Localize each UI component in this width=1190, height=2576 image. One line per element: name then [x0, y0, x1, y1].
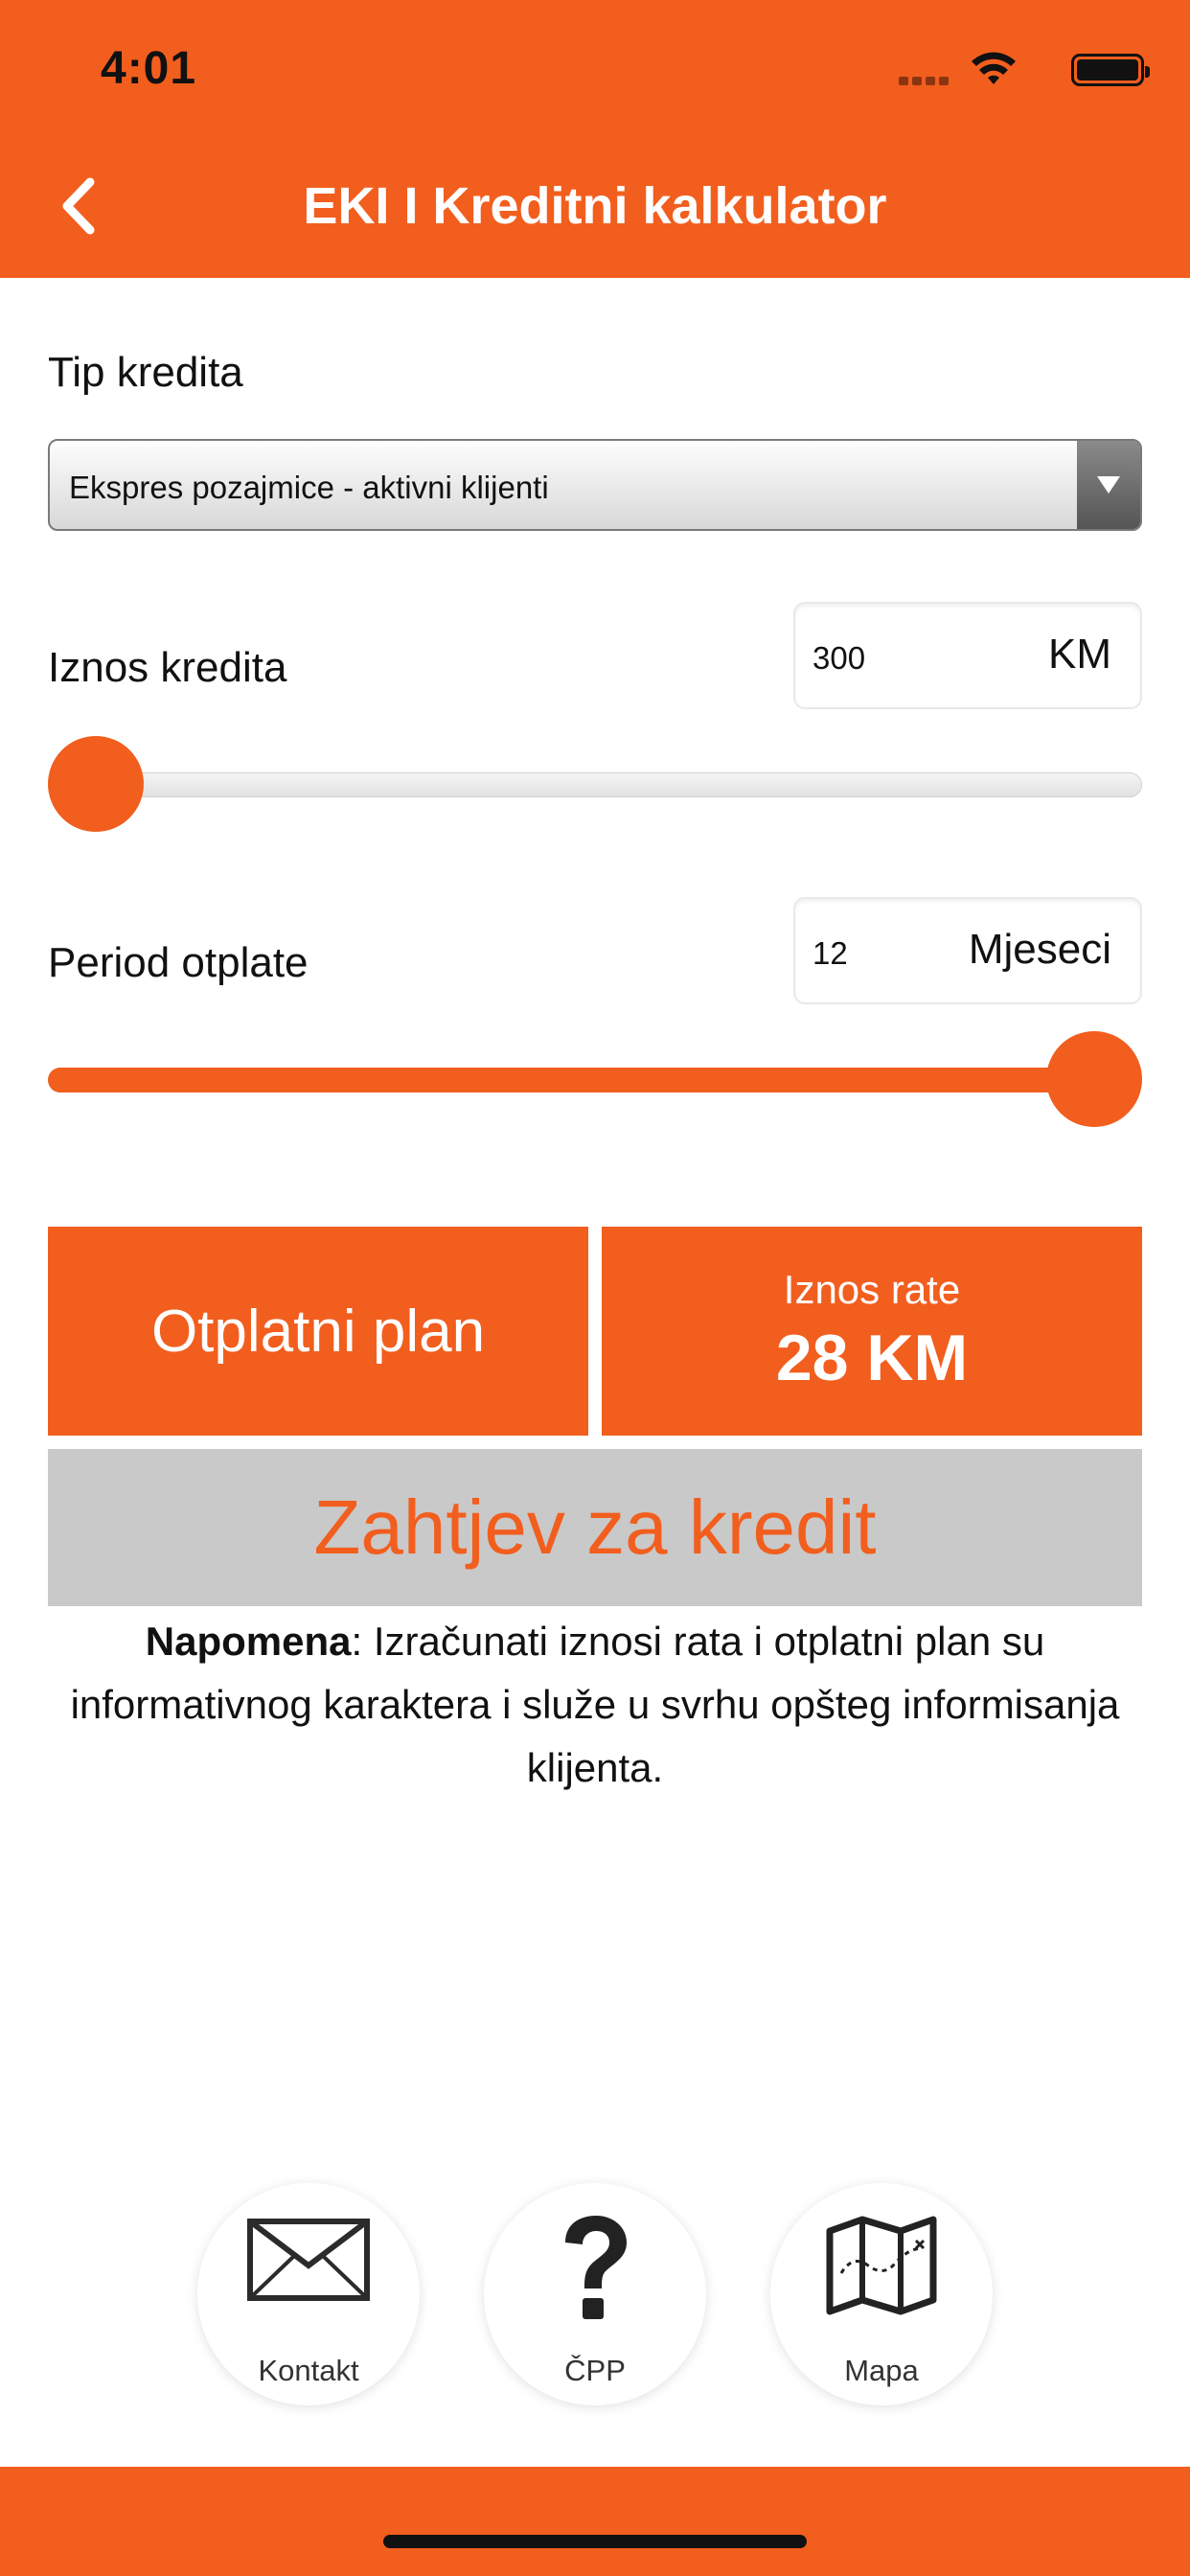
signal-icon [899, 73, 952, 85]
battery-icon [1071, 54, 1150, 86]
page-title: EKI I Kreditni kalkulator [303, 177, 887, 235]
period-slider-fill [48, 1068, 1094, 1092]
faq-button[interactable]: ČPP [484, 2183, 706, 2405]
disclaimer-bold: Napomena [145, 1619, 352, 1664]
contact-button[interactable]: Kontakt [197, 2183, 420, 2405]
home-indicator[interactable] [383, 2535, 807, 2548]
amount-label: Iznos kredita [48, 644, 287, 691]
repayment-plan-button[interactable]: Otplatni plan [48, 1227, 588, 1436]
header-bar: 4:01 EKI I Kreditni kalkulator [0, 0, 1190, 278]
loan-type-value: Ekspres pozajmice - aktivni klijenti [69, 470, 549, 505]
loan-calculator-screen: 4:01 EKI I Kreditni kalkulator Tip kredi… [0, 0, 1190, 2576]
dropdown-arrow-icon[interactable] [1077, 441, 1140, 529]
installment-amount-box: Iznos rate 28 KM [602, 1227, 1142, 1436]
status-icons [895, 50, 1150, 88]
contact-label: Kontakt [258, 2354, 359, 2387]
installment-title: Iznos rate [783, 1267, 961, 1312]
status-time: 4:01 [101, 43, 197, 94]
period-field[interactable]: 12 Mjeseci [793, 897, 1142, 1004]
wifi-icon [972, 52, 1016, 84]
period-slider[interactable] [48, 1031, 1142, 1127]
amount-field[interactable]: 300 KM [793, 602, 1142, 709]
footer-bar [0, 2467, 1190, 2576]
map-icon [826, 2216, 937, 2315]
installment-value: 28 KM [775, 1322, 969, 1394]
amount-slider-track [48, 772, 1142, 797]
period-value: 12 [812, 935, 848, 971]
disclaimer-note: Napomena: Izračunati iznosi rata i otpla… [67, 1610, 1123, 1800]
map-label: Mapa [844, 2354, 919, 2387]
faq-label: ČPP [564, 2354, 626, 2387]
loan-type-label: Tip kredita [48, 349, 243, 396]
envelope-icon [247, 2219, 370, 2301]
amount-slider-thumb[interactable] [48, 736, 144, 832]
period-unit: Mjeseci [968, 926, 1111, 973]
map-button[interactable]: Mapa [770, 2183, 993, 2405]
loan-type-select[interactable]: Ekspres pozajmice - aktivni klijenti [48, 439, 1142, 531]
amount-slider[interactable] [48, 736, 1142, 832]
loan-request-button[interactable]: Zahtjev za kredit [48, 1449, 1142, 1606]
amount-value: 300 [812, 640, 866, 676]
question-mark-icon [565, 2216, 627, 2319]
period-slider-thumb[interactable] [1046, 1031, 1142, 1127]
amount-unit: KM [1048, 631, 1111, 678]
period-label: Period otplate [48, 939, 309, 986]
